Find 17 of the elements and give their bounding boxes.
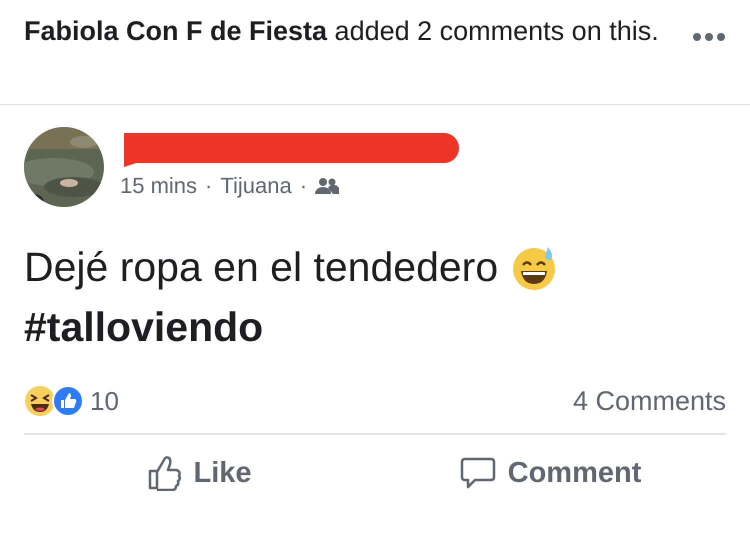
like-icon [52, 385, 84, 417]
comment-button[interactable]: Comment [375, 435, 726, 511]
story-text: Fabiola Con F de Fiesta added 2 comments on this. [24, 15, 660, 48]
more-icon[interactable] [692, 32, 726, 42]
reaction-count[interactable]: 10 [90, 386, 119, 416]
speech-bubble-icon [460, 455, 496, 491]
hashtag-link[interactable]: #talloviendo [24, 297, 726, 357]
friends-icon [315, 177, 340, 195]
comments-count[interactable]: 4 Comments [572, 386, 726, 416]
post-location[interactable]: Tijuana [220, 173, 292, 199]
post-time[interactable]: 15 mins [120, 173, 198, 199]
laughing-face-icon [24, 385, 56, 417]
post-text: Dejé ropa en el tendedero [24, 243, 498, 292]
like-button[interactable]: Like [24, 435, 375, 511]
separator-dot: · [205, 173, 212, 199]
separator-dot: · [300, 173, 308, 199]
thumbs-up-icon [147, 455, 182, 491]
